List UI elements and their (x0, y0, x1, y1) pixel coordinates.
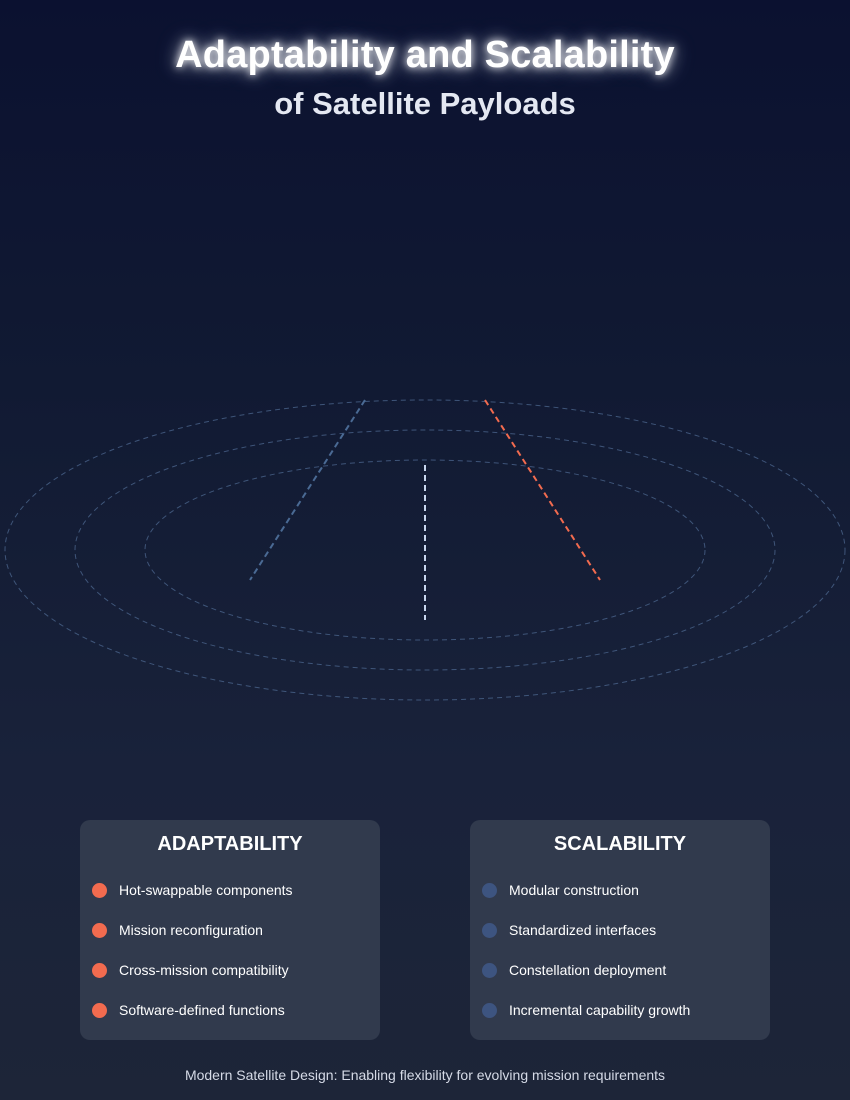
list-item-label: Software-defined functions (119, 1002, 285, 1018)
adaptability-bullet-icon (92, 882, 107, 898)
scalability-bullet-icon (482, 882, 497, 898)
list-item: Constellation deployment (482, 950, 690, 990)
adaptability-bullet-icon (92, 1002, 107, 1018)
list-item-label: Hot-swappable components (119, 882, 293, 898)
adaptability-list: Hot-swappable components Mission reconfi… (92, 870, 293, 1030)
adaptability-beam-line (484, 399, 601, 581)
list-item-label: Incremental capability growth (509, 1002, 691, 1018)
scalability-bullet-icon (482, 1002, 497, 1018)
orbit-diagram (4, 399, 846, 701)
list-item: Cross-mission compatibility (92, 950, 293, 990)
list-item-label: Constellation deployment (509, 962, 667, 978)
list-item-label: Modular construction (509, 882, 639, 898)
footer-caption: Modern Satellite Design: Enabling flexib… (184, 1067, 666, 1083)
list-item: Standardized interfaces (482, 910, 690, 950)
list-item-label: Standardized interfaces (509, 922, 657, 938)
scalability-bullet-icon (482, 922, 497, 938)
scalability-list: Modular construction Standardized interf… (482, 870, 690, 1030)
adaptability-bullet-icon (92, 962, 107, 978)
adaptability-title: ADAPTABILITY (157, 833, 303, 855)
scalability-panel: SCALABILITY Modular construction Standar… (470, 820, 770, 1040)
scalability-bullet-icon (482, 962, 497, 978)
scalability-title: SCALABILITY (553, 833, 687, 855)
list-item: Hot-swappable components (92, 870, 293, 910)
adaptability-panel: ADAPTABILITY Hot-swappable components Mi… (80, 820, 380, 1040)
list-item: Mission reconfiguration (92, 910, 293, 950)
list-item-label: Cross-mission compatibility (119, 962, 289, 978)
scalability-beam-line (249, 399, 366, 581)
list-item: Software-defined functions (92, 990, 293, 1030)
list-item-label: Mission reconfiguration (119, 922, 263, 938)
list-item: Modular construction (482, 870, 690, 910)
adaptability-bullet-icon (92, 922, 107, 938)
list-item: Incremental capability growth (482, 990, 690, 1030)
